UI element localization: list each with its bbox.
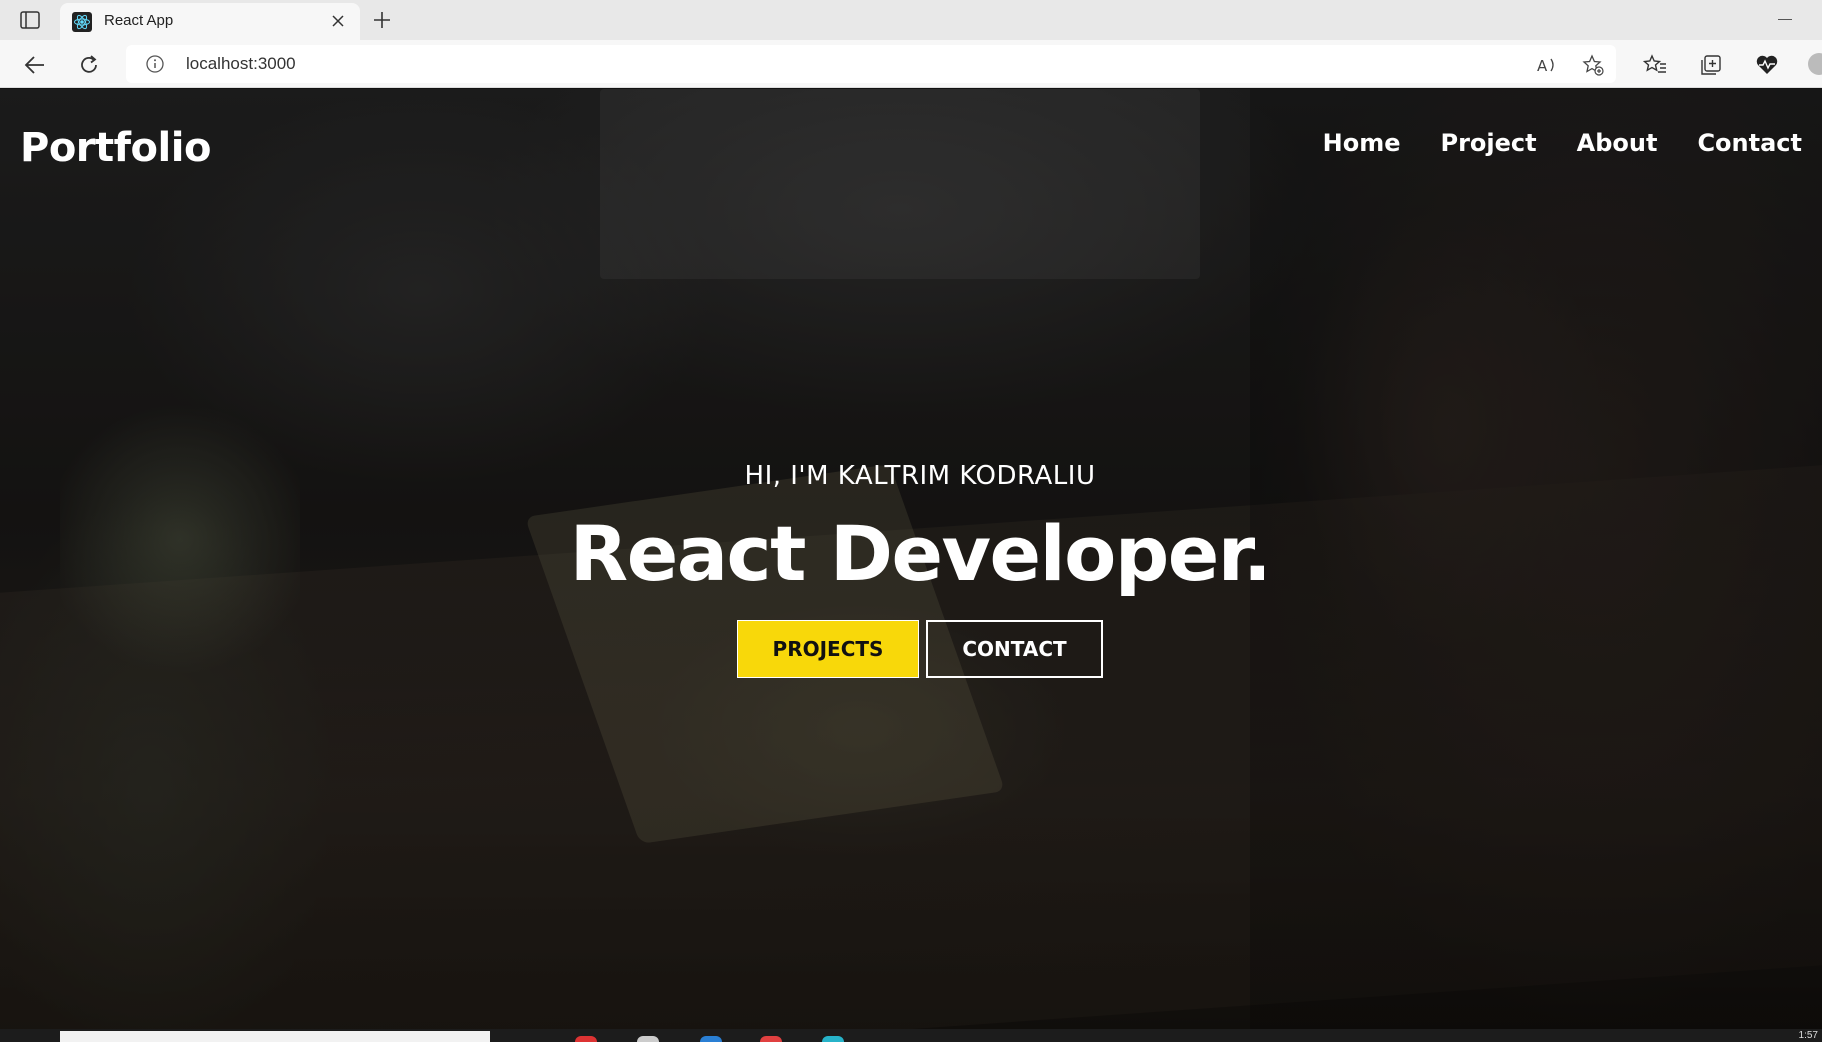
main-nav: Home Project About Contact <box>1323 129 1802 157</box>
url-text[interactable]: localhost:3000 <box>186 54 296 74</box>
tab-title: React App <box>104 12 174 29</box>
browser-tab-bar: React App <box>0 0 1822 40</box>
contact-button[interactable]: CONTACT <box>926 620 1103 678</box>
new-tab-icon[interactable] <box>370 8 394 32</box>
taskbar-app-icon[interactable] <box>760 1036 782 1042</box>
site-logo[interactable]: Portfolio <box>20 125 211 171</box>
minimize-window-icon[interactable] <box>1778 19 1792 20</box>
taskbar-search-box[interactable] <box>60 1031 490 1042</box>
nav-link-contact[interactable]: Contact <box>1697 129 1802 157</box>
collections-icon[interactable] <box>1698 52 1724 78</box>
taskbar-app-icon[interactable] <box>575 1036 597 1042</box>
info-icon[interactable] <box>146 55 164 73</box>
taskbar-app-icon[interactable] <box>822 1036 844 1042</box>
hero-title: React Developer. <box>569 509 1272 598</box>
nav-link-project[interactable]: Project <box>1441 129 1537 157</box>
favorites-icon[interactable] <box>1642 52 1668 78</box>
address-bar[interactable]: localhost:3000 A <box>126 45 1616 83</box>
nav-link-about[interactable]: About <box>1577 129 1658 157</box>
hero-subtitle: HI, I'M KALTRIM KODRALIU <box>744 461 1096 491</box>
tab-actions-icon[interactable] <box>16 9 44 31</box>
profile-avatar[interactable] <box>1808 53 1822 75</box>
browser-essentials-icon[interactable] <box>1754 52 1780 78</box>
browser-toolbar: localhost:3000 A <box>0 40 1822 88</box>
read-aloud-icon[interactable]: A <box>1536 54 1558 76</box>
close-tab-icon[interactable] <box>328 11 348 31</box>
browser-tab[interactable]: React App <box>60 3 360 40</box>
back-arrow-icon[interactable] <box>22 52 48 78</box>
add-favorite-icon[interactable] <box>1582 54 1604 76</box>
svg-text:A: A <box>1537 57 1548 75</box>
taskbar-app-icon[interactable] <box>637 1036 659 1042</box>
hero-section: Portfolio Home Project About Contact HI,… <box>0 89 1822 1029</box>
react-favicon-icon <box>72 12 92 32</box>
refresh-icon[interactable] <box>76 52 102 78</box>
projects-button[interactable]: PROJECTS <box>737 620 919 678</box>
taskbar-app-icon[interactable] <box>700 1036 722 1042</box>
nav-link-home[interactable]: Home <box>1323 129 1401 157</box>
os-taskbar: 1:57 <box>0 1029 1822 1042</box>
taskbar-clock[interactable]: 1:57 <box>1799 1030 1818 1041</box>
